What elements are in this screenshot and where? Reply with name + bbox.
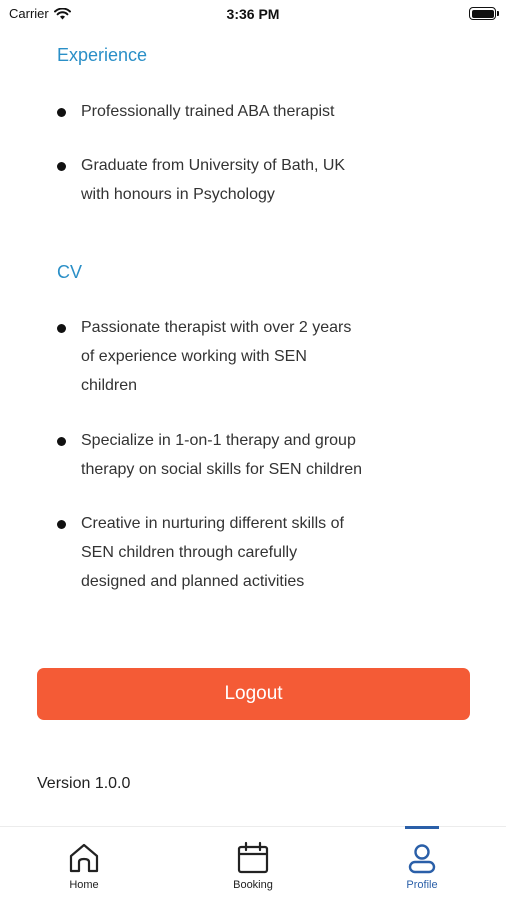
cv-item-text: Specialize in 1-on-1 therapy and group t… bbox=[81, 432, 363, 478]
tab-profile-label: Profile bbox=[406, 879, 438, 891]
bullet-icon bbox=[57, 108, 66, 117]
tab-profile[interactable]: Profile bbox=[367, 826, 477, 900]
profile-icon bbox=[408, 844, 436, 874]
home-icon bbox=[69, 843, 99, 873]
cv-item: Creative in nurturing different skills o… bbox=[57, 513, 417, 596]
cv-item: Specialize in 1-on-1 therapy and group t… bbox=[57, 430, 417, 484]
experience-item: Professionally trained ABA therapist bbox=[57, 101, 417, 126]
cv-title: CV bbox=[57, 262, 83, 282]
active-tab-indicator bbox=[405, 826, 439, 829]
calendar-icon bbox=[237, 841, 269, 874]
bullet-icon bbox=[57, 162, 66, 171]
version-label: Version 1.0.0 bbox=[37, 775, 131, 792]
bullet-icon bbox=[57, 520, 66, 529]
bullet-icon bbox=[57, 437, 66, 446]
tab-home-label: Home bbox=[69, 879, 99, 891]
cv-item-text: Passionate therapist with over 2 years o… bbox=[81, 319, 352, 394]
tab-home[interactable]: Home bbox=[29, 827, 139, 900]
experience-item: Graduate from University of Bath, UK wit… bbox=[57, 155, 417, 209]
status-bar: Carrier 3:36 PM bbox=[0, 0, 506, 28]
cv-item: Passionate therapist with over 2 years o… bbox=[57, 317, 417, 400]
experience-item-text: Graduate from University of Bath, UK wit… bbox=[81, 157, 346, 203]
bullet-icon bbox=[57, 324, 66, 333]
experience-title: Experience bbox=[57, 45, 148, 65]
tab-booking[interactable]: Booking bbox=[198, 827, 308, 900]
status-time: 3:36 PM bbox=[226, 6, 280, 22]
bottom-tab-bar: Home Booking Profile bbox=[0, 826, 506, 900]
experience-item-text: Professionally trained ABA therapist bbox=[81, 103, 335, 120]
tab-booking-label: Booking bbox=[233, 879, 273, 891]
battery-icon bbox=[469, 7, 499, 20]
logout-button[interactable]: Logout bbox=[37, 668, 470, 720]
cv-item-text: Creative in nurturing different skills o… bbox=[81, 515, 344, 590]
